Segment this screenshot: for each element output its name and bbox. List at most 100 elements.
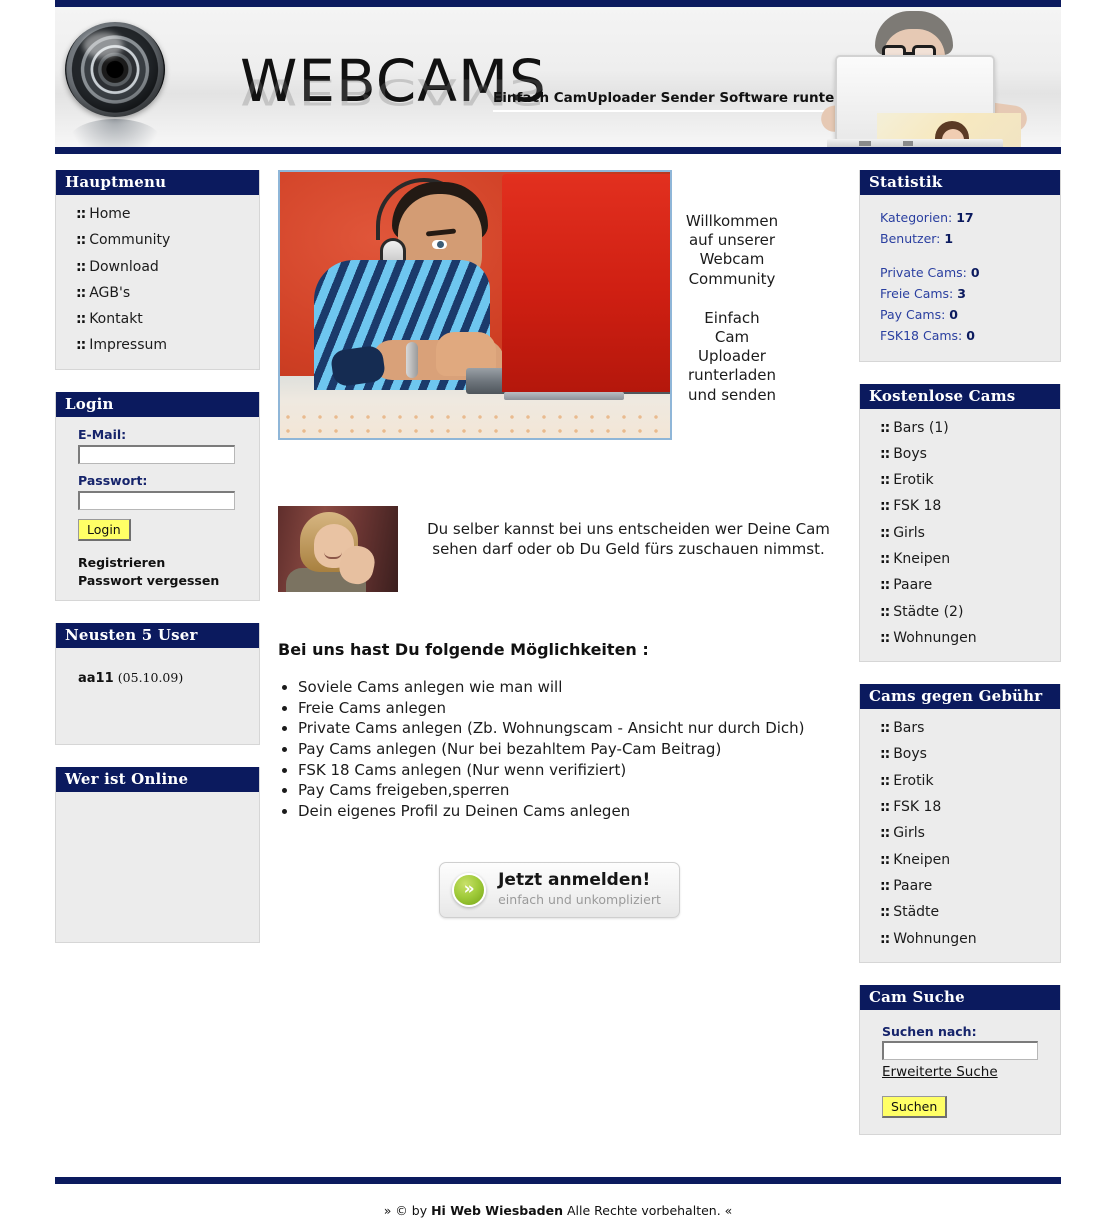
paid-cam-item-boys[interactable]: :: Boys (860, 741, 1060, 767)
main-content: Willkommen auf unserer Webcam Community … (260, 170, 859, 918)
bullet-icon: :: (880, 746, 890, 763)
forgot-password-link[interactable]: Passwort vergessen (78, 573, 245, 588)
stat-value: 0 (949, 307, 958, 322)
bullet-icon: :: (880, 629, 890, 646)
bullet-icon: :: (880, 472, 890, 489)
cam-search-form: Suchen nach: Erweiterte Suche Suchen (860, 1010, 1060, 1134)
list-item: Dein eigenes Profil zu Deinen Cams anleg… (298, 801, 841, 822)
paid-cam-item-wohnungen[interactable]: :: Wohnungen (860, 926, 1060, 952)
stat-label: Freie Cams: (880, 285, 954, 301)
free-cam-item-kneipen[interactable]: :: Kneipen (860, 546, 1060, 572)
password-field[interactable] (78, 490, 235, 510)
advanced-search-link[interactable]: Erweiterte Suche (882, 1064, 998, 1080)
panel-cams-gegen-gebuehr-title: Cams gegen Gebühr (860, 684, 1060, 710)
statistik-body: Kategorien: 17 Benutzer: 1 Private Cams:… (860, 195, 1060, 361)
panel-login: Login E-Mail: Passwort: Login Registrier… (55, 391, 260, 601)
signup-button[interactable]: » Jetzt anmelden! einfach und unkomplizi… (439, 861, 680, 918)
stat-value: 17 (956, 210, 974, 225)
paid-cam-item-fsk18[interactable]: :: FSK 18 (860, 794, 1060, 820)
panel-kostenlose-cams-title: Kostenlose Cams (860, 383, 1060, 409)
stat-row-freie-cams: Freie Cams: 3 (880, 283, 1060, 304)
free-cam-item-bars[interactable]: :: Bars (1) (860, 415, 1060, 441)
bullet-icon: :: (880, 930, 890, 947)
sidebar-item-agb[interactable]: :: AGB's (56, 280, 259, 306)
free-cam-label: FSK 18 (893, 498, 942, 515)
sidebar-item-impressum[interactable]: :: Impressum (56, 332, 259, 358)
free-cam-item-staedte[interactable]: :: Städte (2) (860, 599, 1060, 625)
bullet-icon: :: (880, 825, 890, 842)
email-label: E-Mail: (78, 426, 127, 442)
free-cam-label: Städte (2) (893, 603, 964, 620)
welcome-line-6: Cam (714, 327, 750, 346)
bullet-icon: :: (880, 550, 890, 567)
welcome-line-3: Webcam (699, 250, 765, 269)
paid-cam-item-bars[interactable]: :: Bars (860, 715, 1060, 741)
welcome-line-1: Willkommen (685, 212, 779, 230)
paid-cam-label: Wohnungen (893, 930, 977, 947)
stat-value: 1 (944, 231, 954, 247)
left-sidebar: Hauptmenu :: Home :: Community :: Download … (55, 170, 260, 965)
user-name: aa11 (78, 670, 114, 686)
search-button[interactable]: Suchen (882, 1095, 948, 1118)
login-button[interactable]: Login (78, 518, 131, 541)
sidebar-item-label: Kontakt (89, 311, 143, 328)
paid-cam-item-kneipen[interactable]: :: Kneipen (860, 847, 1060, 873)
free-cam-item-fsk18[interactable]: :: FSK 18 (860, 493, 1060, 519)
bullet-icon: :: (880, 603, 890, 620)
list-item[interactable]: aa11 (05.10.09) (56, 654, 259, 690)
panel-hauptmenu: Hauptmenu :: Home :: Community :: Download … (55, 170, 260, 370)
hero-image (278, 170, 672, 440)
search-input[interactable] (882, 1040, 1038, 1060)
free-cam-item-boys[interactable]: :: Boys (860, 441, 1060, 467)
paid-cam-label: Boys (893, 746, 927, 763)
free-cam-item-paare[interactable]: :: Paare (860, 572, 1060, 598)
sidebar-item-home[interactable]: :: Home (56, 201, 259, 227)
paid-cam-item-erotik[interactable]: :: Erotik (860, 768, 1060, 794)
bullet-icon: :: (880, 524, 890, 541)
who-online-list (56, 792, 259, 942)
panel-cam-suche: Cam Suche Suchen nach: Erweiterte Suche … (859, 984, 1061, 1135)
sidebar-item-label: Community (89, 232, 171, 249)
stat-label: Benutzer: (880, 231, 941, 247)
list-item: Freie Cams anlegen (298, 698, 841, 719)
right-sidebar: Statistik Kategorien: 17 Benutzer: 1 Pri… (859, 170, 1061, 1157)
panel-newest-users-title: Neusten 5 User (56, 622, 259, 648)
paid-cam-label: Städte (893, 904, 940, 921)
paid-cam-item-paare[interactable]: :: Paare (860, 873, 1060, 899)
free-cam-item-wohnungen[interactable]: :: Wohnungen (860, 625, 1060, 651)
top-divider (55, 0, 1061, 7)
list-item: Soviele Cams anlegen wie man will (298, 677, 841, 698)
paid-cam-label: Erotik (893, 772, 934, 789)
bullet-icon: :: (76, 232, 86, 249)
email-field[interactable] (78, 444, 235, 464)
signup-sub-label: einfach und unkompliziert (498, 891, 661, 907)
list-item: FSK 18 Cams anlegen (Nur wenn verifizier… (298, 760, 841, 781)
main-columns: Hauptmenu :: Home :: Community :: Download … (55, 154, 1061, 1157)
register-link[interactable]: Registrieren (78, 555, 245, 570)
bullet-icon: :: (880, 772, 890, 789)
paid-cam-item-staedte[interactable]: :: Städte (860, 899, 1060, 925)
sidebar-item-download[interactable]: :: Download (56, 254, 259, 280)
sidebar-item-kontakt[interactable]: :: Kontakt (56, 306, 259, 332)
stat-value: 0 (970, 264, 980, 280)
free-cam-item-erotik[interactable]: :: Erotik (860, 467, 1060, 493)
footer-copyright: » © by Hi Web Wiesbaden Alle Rechte vorb… (55, 1184, 1061, 1218)
welcome-line-2: auf unserer (688, 231, 776, 250)
paid-cam-item-girls[interactable]: :: Girls (860, 820, 1060, 846)
paid-cam-label: FSK 18 (893, 799, 942, 816)
stat-row-fsk18-cams: FSK18 Cams: 0 (880, 325, 1060, 346)
stat-label: Kategorien: (880, 210, 953, 225)
paid-cam-label: Girls (893, 825, 925, 842)
panel-login-title: Login (56, 391, 259, 417)
bullet-icon: :: (880, 577, 890, 594)
stat-value: 0 (966, 328, 975, 344)
free-cam-item-girls[interactable]: :: Girls (860, 520, 1060, 546)
sidebar-item-label: Download (89, 258, 159, 275)
site-banner: WEBCAMS WEBCAMS Einfach CamUploader Send… (55, 7, 1061, 147)
sidebar-item-label: Home (89, 206, 131, 222)
sidebar-item-community[interactable]: :: Community (56, 227, 259, 253)
free-cam-label: Paare (893, 577, 933, 594)
free-cam-label: Girls (893, 524, 925, 541)
bullet-icon: :: (880, 904, 890, 921)
stat-value: 3 (957, 285, 966, 301)
